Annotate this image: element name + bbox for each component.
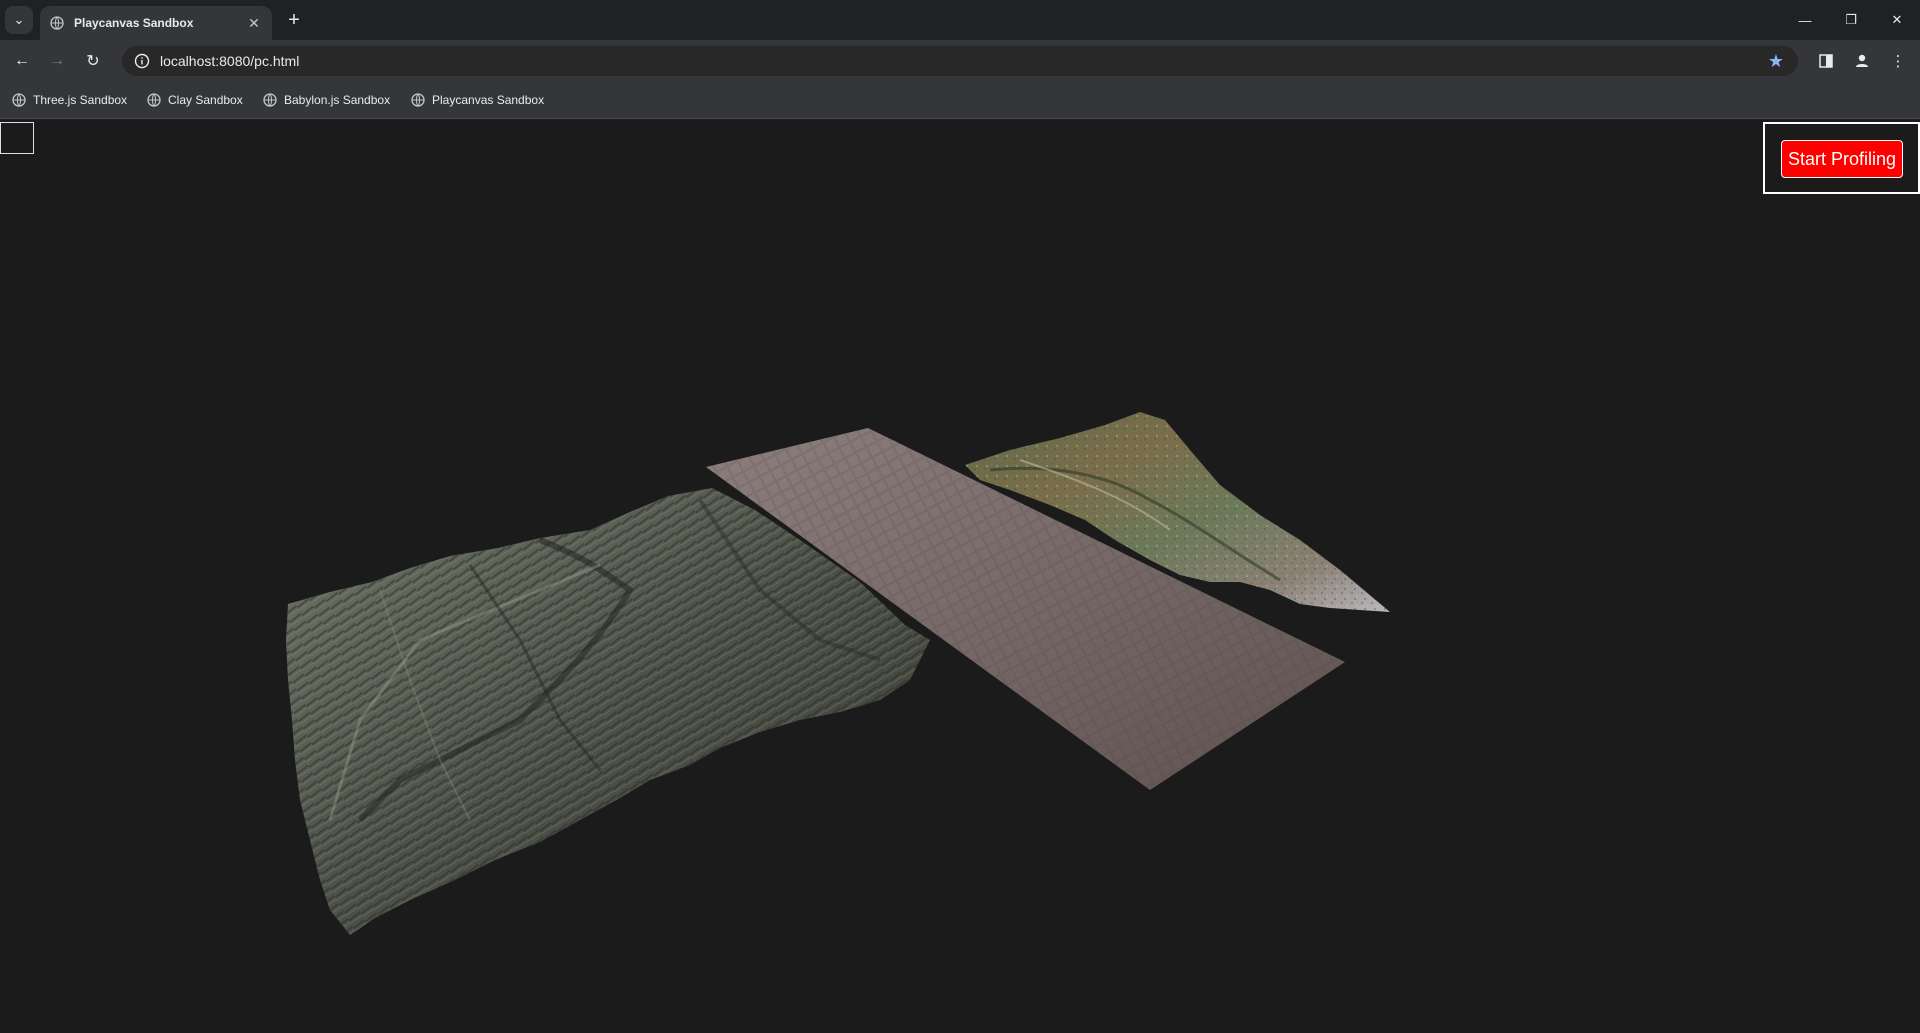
side-panel-button[interactable]	[1814, 49, 1838, 73]
url-text: localhost:8080/pc.html	[160, 53, 300, 69]
chevron-down-icon: ⌄	[13, 12, 25, 27]
arrow-left-icon: ←	[14, 52, 30, 69]
bookmark-label: Playcanvas Sandbox	[432, 93, 545, 107]
arrow-right-icon: →	[49, 52, 65, 69]
bookmark-label: Babylon.js Sandbox	[284, 93, 391, 107]
side-panel-icon	[1819, 54, 1833, 68]
new-tab-button[interactable]: +	[282, 8, 306, 32]
globe-icon	[12, 93, 26, 107]
3d-scene	[286, 412, 1390, 935]
bookmark-clay[interactable]: Clay Sandbox	[147, 90, 243, 110]
more-vertical-icon: ⋮	[1890, 53, 1906, 70]
browser-chrome: ⌄ Playcanvas Sandbox ✕ + — ❐ ✕ ← → ↻ loc…	[0, 0, 1920, 120]
reload-icon: ↻	[86, 53, 100, 70]
bookmark-babylonjs[interactable]: Babylon.js Sandbox	[263, 90, 390, 110]
close-icon: ✕	[1891, 12, 1903, 27]
tab-strip: ⌄ Playcanvas Sandbox ✕ + — ❐ ✕	[0, 0, 1920, 40]
globe-icon	[50, 16, 64, 30]
back-button[interactable]: ←	[8, 47, 36, 75]
bookmark-threejs[interactable]: Three.js Sandbox	[12, 90, 127, 110]
site-info-icon[interactable]	[134, 53, 150, 69]
toolbar: ← → ↻ localhost:8080/pc.html ★ ⋮	[0, 40, 1920, 82]
minimize-button[interactable]: —	[1782, 0, 1828, 40]
start-profiling-button[interactable]: Start Profiling	[1781, 140, 1903, 178]
bookmark-label: Clay Sandbox	[168, 93, 243, 107]
avatar-icon	[1856, 54, 1868, 67]
tab-title: Playcanvas Sandbox	[74, 16, 194, 30]
globe-icon	[147, 93, 161, 107]
bookmark-label: Three.js Sandbox	[33, 93, 128, 107]
restore-button[interactable]: ❐	[1828, 0, 1874, 40]
reload-button[interactable]: ↻	[79, 47, 107, 75]
tab-close-icon[interactable]: ✕	[244, 13, 264, 33]
stats-overlay	[0, 122, 34, 154]
profiler-panel: Start Profiling	[1763, 122, 1920, 194]
address-bar[interactable]: localhost:8080/pc.html ★	[122, 46, 1798, 76]
bookmark-star-icon[interactable]: ★	[1768, 51, 1784, 72]
menu-button[interactable]: ⋮	[1886, 49, 1910, 73]
tab-active[interactable]: Playcanvas Sandbox ✕	[40, 6, 272, 40]
minimize-icon: —	[1798, 12, 1812, 28]
close-window-button[interactable]: ✕	[1874, 0, 1920, 40]
forward-button[interactable]: →	[43, 47, 71, 75]
globe-icon	[411, 93, 425, 107]
bookmarks-bar: Three.js Sandbox Clay Sandbox Babylon.js…	[0, 82, 1920, 119]
tab-search-button[interactable]: ⌄	[5, 6, 33, 34]
render-canvas[interactable]: Start Profiling	[0, 120, 1920, 1033]
profile-button[interactable]	[1850, 49, 1874, 73]
bookmark-playcanvas[interactable]: Playcanvas Sandbox	[411, 90, 544, 110]
globe-icon	[263, 93, 277, 107]
restore-icon: ❐	[1845, 12, 1857, 27]
